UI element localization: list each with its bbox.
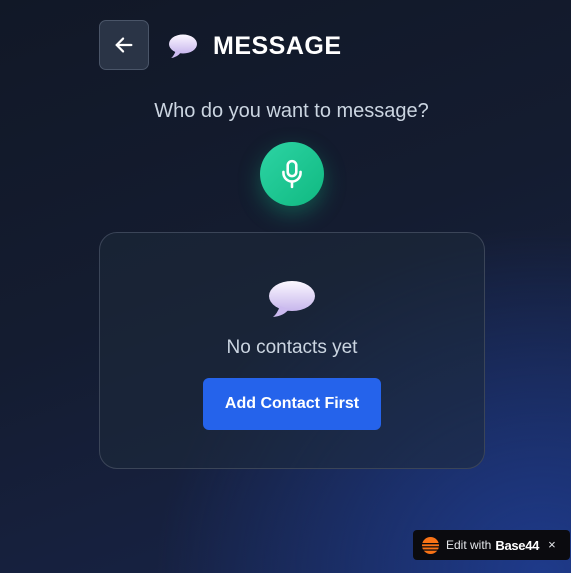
arrow-left-icon (115, 37, 133, 53)
back-button[interactable] (99, 20, 149, 70)
close-icon[interactable]: × (548, 530, 556, 560)
speech-balloon-icon (169, 34, 197, 58)
edit-with-base44-badge[interactable]: Edit with Base44 × (413, 530, 570, 560)
page-title: MESSAGE (213, 32, 342, 60)
contacts-card: No contacts yet Add Contact First (99, 232, 485, 469)
add-contact-button[interactable]: Add Contact First (203, 378, 381, 430)
badge-label: Edit with (446, 538, 492, 552)
base44-logo-icon (422, 536, 439, 554)
empty-state-text: No contacts yet (226, 337, 358, 358)
microphone-button[interactable] (260, 142, 324, 206)
microphone-icon (282, 159, 302, 189)
badge-brand: Base44 (495, 537, 540, 553)
prompt-text: Who do you want to message? (154, 100, 429, 122)
speech-balloon-icon (269, 281, 315, 317)
